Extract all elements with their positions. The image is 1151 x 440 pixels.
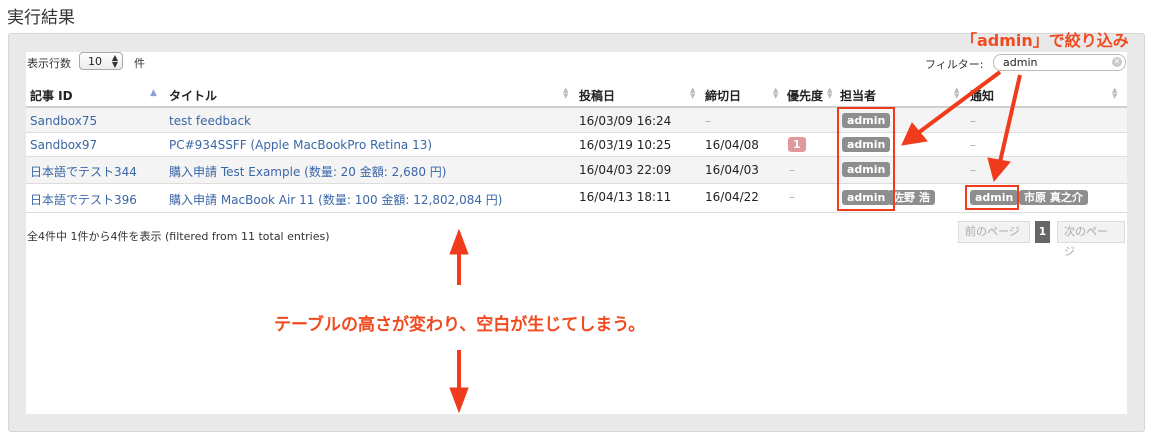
arrow-to-notify-icon bbox=[987, 74, 1022, 183]
arrow-to-assignee-icon bbox=[901, 70, 1002, 146]
arrow-down-icon bbox=[449, 350, 469, 414]
arrow-up-icon bbox=[449, 228, 469, 285]
annotation-arrows bbox=[449, 70, 1022, 414]
